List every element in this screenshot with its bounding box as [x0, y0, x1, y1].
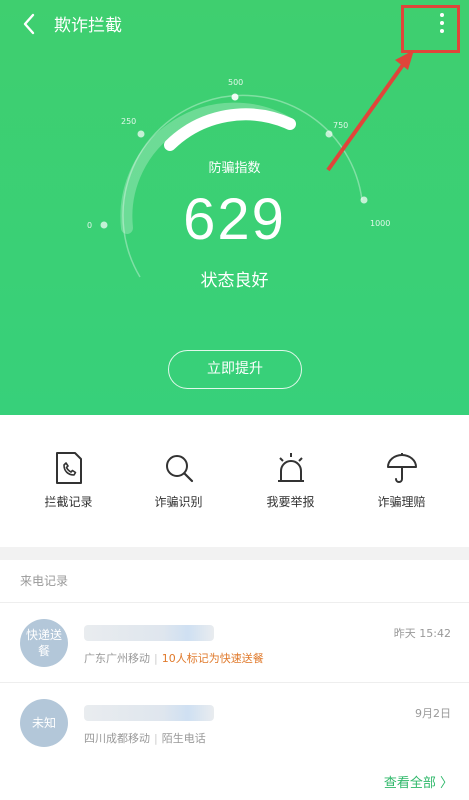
improve-button[interactable]: 立即提升: [168, 350, 302, 389]
avatar: 未知: [20, 699, 68, 747]
gauge-tick-750: 750: [333, 121, 349, 130]
status-text: 状态良好: [200, 271, 269, 291]
avatar: 快递送餐: [20, 619, 68, 667]
gauge-tick-250: 250: [121, 117, 137, 126]
gauge-tick-500: 500: [228, 78, 244, 87]
phone-doc-icon: [55, 452, 82, 484]
view-all-link[interactable]: 查看全部 〉: [384, 772, 453, 791]
call-record-row[interactable]: 快递送餐 广东广州移动 | 10人标记为快速送餐 昨天 15:42: [0, 602, 469, 682]
umbrella-icon: [386, 453, 417, 483]
page-title: 欺诈拦截: [54, 16, 122, 36]
fraud-score: 629: [183, 187, 286, 252]
call-location: 广东广州移动: [84, 652, 150, 665]
action-label: 诈骗理赔: [377, 495, 426, 509]
call-records-section: 来电记录 快递送餐 广东广州移动 | 10人标记为快速送餐 昨天 15:42 未知 …: [0, 560, 469, 800]
call-location: 四川成都移动: [84, 732, 150, 745]
call-time: 9月2日: [415, 707, 451, 720]
alarm-icon: [277, 453, 304, 482]
action-report[interactable]: 我要举报: [232, 451, 349, 510]
header-panel: 0 250 500 750 1000 防骗指数 629 状态良好 立即提升 欺诈…: [0, 0, 469, 415]
annotation-highlight-box: [401, 5, 460, 53]
action-label: 诈骗识别: [154, 495, 203, 509]
action-fraud-identify[interactable]: 诈骗识别: [120, 451, 237, 510]
call-tag: 陌生电话: [161, 732, 206, 745]
call-tag: 10人标记为快速送餐: [161, 652, 264, 665]
search-icon: [165, 455, 193, 483]
call-meta: 广东广州移动 | 10人标记为快速送餐: [84, 652, 264, 665]
masked-phone-number: [84, 705, 214, 721]
score-label: 防骗指数: [208, 161, 261, 176]
action-block-records[interactable]: 拦截记录: [10, 451, 127, 510]
action-claims[interactable]: 诈骗理赔: [343, 451, 460, 510]
call-meta: 四川成都移动 | 陌生电话: [84, 732, 206, 745]
back-button[interactable]: [18, 10, 42, 38]
action-label: 拦截记录: [44, 495, 93, 509]
call-time: 昨天 15:42: [393, 627, 451, 640]
chevron-left-icon: [23, 13, 35, 35]
call-record-row[interactable]: 未知 四川成都移动 | 陌生电话 9月2日: [0, 682, 469, 762]
action-grid: 拦截记录 诈骗识别 我要举报 诈骗理赔: [0, 415, 469, 547]
top-bar: 欺诈拦截: [0, 0, 469, 48]
section-title: 来电记录: [20, 574, 69, 588]
action-label: 我要举报: [266, 495, 315, 509]
masked-phone-number: [84, 625, 214, 641]
